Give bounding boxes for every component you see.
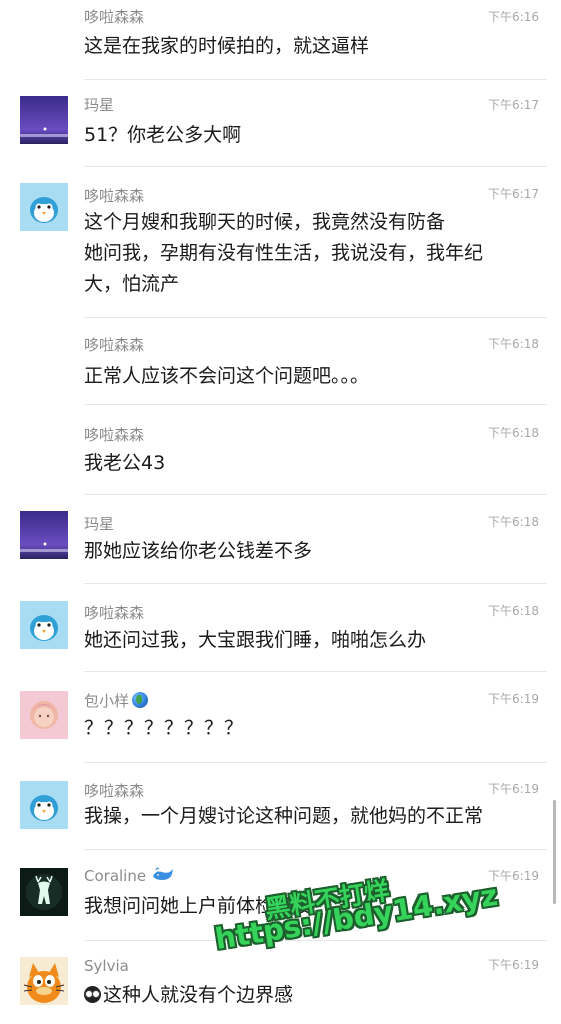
message-time: 下午6:19: [488, 958, 539, 972]
message-text[interactable]: ？？？？？？？？: [84, 713, 534, 744]
message-time: 下午6:18: [488, 515, 539, 529]
avatar[interactable]: [20, 96, 68, 144]
sender-name[interactable]: 哆啦森森: [84, 334, 144, 355]
sender-name[interactable]: 哆啦森森: [84, 424, 144, 445]
sender-name[interactable]: Sylvia: [84, 957, 129, 975]
whale-icon: [152, 867, 174, 883]
sender-name[interactable]: 哆啦森森: [84, 185, 144, 206]
message-text[interactable]: 这个月嫂和我聊天的时候，我竟然没有防备 她问我，孕期有没有性生活，我说没有，我年…: [84, 207, 534, 300]
message-text[interactable]: 这种人就没有个边界感: [84, 980, 534, 1011]
avatar[interactable]: [20, 691, 68, 739]
sender-name[interactable]: Coraline: [84, 867, 174, 885]
message-item: 包小样 下午6:19 ？？？？？？？？: [0, 672, 561, 763]
penguin-avatar-icon: [20, 781, 68, 829]
message-time: 下午6:18: [488, 604, 539, 618]
message-item: 哆啦森森 下午6:18 我老公43: [0, 404, 561, 495]
message-text[interactable]: 她还问过我，大宝跟我们睡，啪啪怎么办: [84, 625, 534, 656]
message-text-line: 51？你老公多大啊: [84, 124, 242, 146]
message-item: 玛星 下午6:18 那她应该给你老公钱差不多: [0, 494, 561, 584]
message-time: 下午6:19: [488, 869, 539, 883]
message-text-content: 这种人就没有个边界感: [103, 984, 294, 1006]
sender-name-text: 包小样: [84, 692, 130, 710]
sender-name[interactable]: 哆啦森森: [84, 780, 144, 801]
purple-scene-avatar-icon: [20, 96, 68, 144]
message-text-line: ？？？？？？？？: [84, 717, 245, 739]
globe-icon: [132, 692, 149, 708]
message-text[interactable]: 51？你老公多大啊: [84, 120, 534, 151]
penguin-avatar-icon: [20, 183, 68, 231]
message-text-line: 正常人应该不会问这个问题吧。。。: [84, 365, 370, 387]
sender-name[interactable]: 哆啦森森: [84, 602, 144, 623]
message-time: 下午6:18: [488, 337, 539, 351]
message-time: 下午6:17: [488, 187, 539, 201]
message-text-line: 这个月嫂和我聊天的时候，我竟然没有防备: [84, 211, 446, 233]
message-time: 下午6:19: [488, 692, 539, 706]
message-time: 下午6:16: [488, 10, 539, 24]
message-item: 玛星 下午6:17 51？你老公多大啊: [0, 80, 561, 167]
message-item: 哆啦森森 下午6:17 这个月嫂和我聊天的时候，我竟然没有防备 她问我，孕期有没…: [0, 166, 561, 318]
message-text[interactable]: 那她应该给你老公钱差不多: [84, 536, 534, 567]
deer-avatar-icon: [20, 868, 68, 916]
message-text[interactable]: 正常人应该不会问这个问题吧。。。: [84, 361, 534, 392]
owl-face-icon: [84, 986, 101, 1003]
sender-name[interactable]: 玛星: [84, 513, 114, 534]
sender-name[interactable]: 哆啦森森: [84, 6, 144, 27]
avatar[interactable]: [20, 957, 68, 1005]
message-item: 哆啦森森 下午6:19 我操，一个月嫂讨论这种问题，就他妈的不正常: [0, 762, 561, 850]
avatar[interactable]: [20, 781, 68, 829]
message-item: 哆啦森森 下午6:18 她还问过我，大宝跟我们睡，啪啪怎么办: [0, 584, 561, 672]
message-item: Sylvia 下午6:19 这种人就没有个边界感: [0, 940, 561, 1024]
message-time: 下午6:19: [488, 782, 539, 796]
message-time: 下午6:18: [488, 426, 539, 440]
message-text-line: 她还问过我，大宝跟我们睡，啪啪怎么办: [84, 629, 427, 651]
message-text[interactable]: 这是在我家的时候拍的，就这逼样: [84, 31, 534, 62]
message-text-line: 我操，一个月嫂讨论这种问题，就他妈的不正常: [84, 805, 484, 827]
avatar[interactable]: [20, 868, 68, 916]
avatar[interactable]: [20, 601, 68, 649]
message-item: 哆啦森森 下午6:18 正常人应该不会问这个问题吧。。。: [0, 318, 561, 405]
cat-cartoon-avatar-icon: [20, 957, 68, 1005]
sender-name[interactable]: 包小样: [84, 690, 149, 711]
message-text-line: 大，怕流产: [84, 273, 180, 295]
baby-photo-avatar-icon: [20, 691, 68, 739]
message-item: 哆啦森森 下午6:16 这是在我家的时候拍的，就这逼样: [0, 0, 561, 80]
message-text-line: 那她应该给你老公钱差不多: [84, 540, 313, 562]
message-text[interactable]: 我老公43: [84, 448, 534, 479]
purple-scene-avatar-icon: [20, 511, 68, 559]
message-time: 下午6:17: [488, 98, 539, 112]
sender-name[interactable]: 玛星: [84, 94, 114, 115]
message-text-line: 这种人就没有个边界感: [84, 980, 534, 1011]
sender-name-text: Coraline: [84, 867, 147, 885]
message-text[interactable]: 我操，一个月嫂讨论这种问题，就他妈的不正常: [84, 801, 534, 832]
message-text-line: 我老公43: [84, 452, 166, 474]
message-text-line: 这是在我家的时候拍的，就这逼样: [84, 35, 370, 57]
avatar[interactable]: [20, 183, 68, 231]
message-text-line: 她问我，孕期有没有性生活，我说没有，我年纪: [84, 242, 484, 264]
scrollbar[interactable]: [553, 800, 556, 904]
penguin-avatar-icon: [20, 601, 68, 649]
avatar[interactable]: [20, 511, 68, 559]
